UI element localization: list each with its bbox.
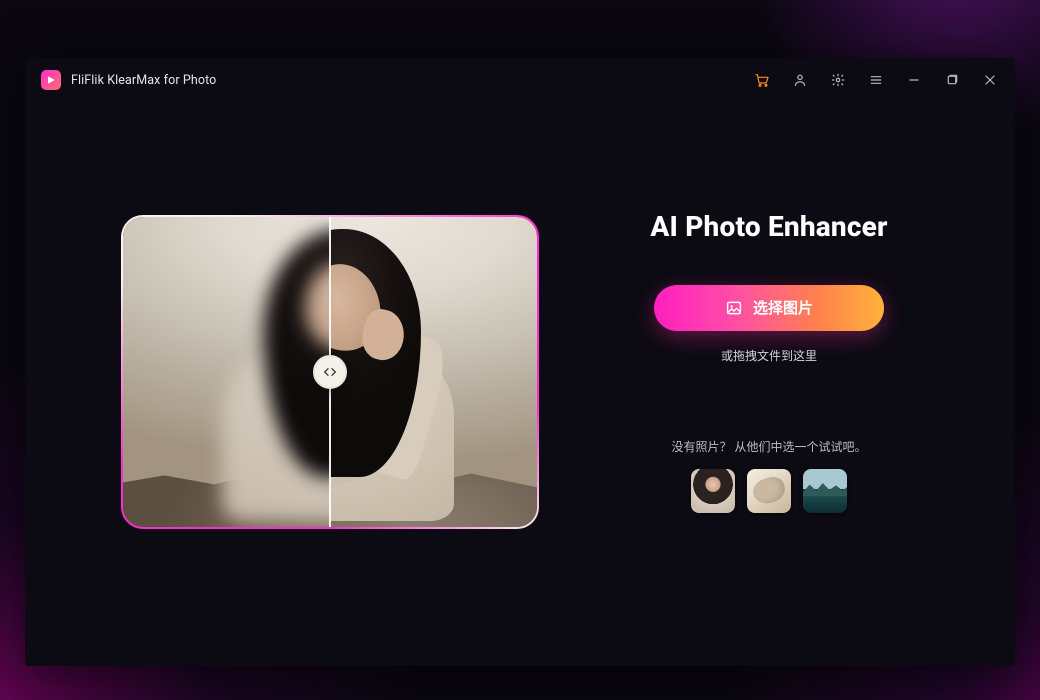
compare-slider-handle[interactable]	[313, 355, 347, 389]
account-button[interactable]	[791, 71, 809, 89]
app-logo-icon	[45, 74, 57, 86]
sample-thumbnails	[691, 469, 847, 513]
cart-icon	[754, 72, 770, 88]
maximize-button[interactable]	[943, 71, 961, 89]
settings-button[interactable]	[829, 71, 847, 89]
comparison-preview	[121, 215, 539, 529]
minimize-button[interactable]	[905, 71, 923, 89]
sample-thumb-2[interactable]	[747, 469, 791, 513]
action-panel: AI Photo Enhancer 选择图片 或拖拽文件到这里 没有照片？ 从他…	[619, 216, 919, 513]
menu-button[interactable]	[867, 71, 885, 89]
samples-label: 没有照片？ 从他们中选一个试试吧。	[672, 438, 867, 455]
preview-scene	[123, 217, 537, 527]
title-right	[753, 71, 999, 89]
image-icon	[725, 299, 743, 317]
close-icon	[982, 72, 998, 88]
chevrons-horizontal-icon	[322, 364, 338, 380]
choose-image-button[interactable]: 选择图片	[654, 285, 884, 331]
app-title: FliFlik KlearMax for Photo	[71, 73, 216, 88]
minimize-icon	[906, 72, 922, 88]
sample-thumb-3[interactable]	[803, 469, 847, 513]
gear-icon	[830, 72, 846, 88]
maximize-restore-icon	[944, 72, 960, 88]
app-window: FliFlik KlearMax for Photo	[25, 58, 1015, 666]
main-content: AI Photo Enhancer 选择图片 或拖拽文件到这里 没有照片？ 从他…	[25, 102, 1015, 666]
user-icon	[792, 72, 808, 88]
close-button[interactable]	[981, 71, 999, 89]
title-left: FliFlik KlearMax for Photo	[41, 70, 216, 90]
title-bar: FliFlik KlearMax for Photo	[25, 58, 1015, 102]
choose-image-label: 选择图片	[753, 297, 813, 318]
sample-thumb-1[interactable]	[691, 469, 735, 513]
headline: AI Photo Enhancer	[650, 210, 887, 243]
menu-icon	[868, 72, 884, 88]
cart-button[interactable]	[753, 71, 771, 89]
drag-hint: 或拖拽文件到这里	[721, 347, 817, 364]
app-logo	[41, 70, 61, 90]
